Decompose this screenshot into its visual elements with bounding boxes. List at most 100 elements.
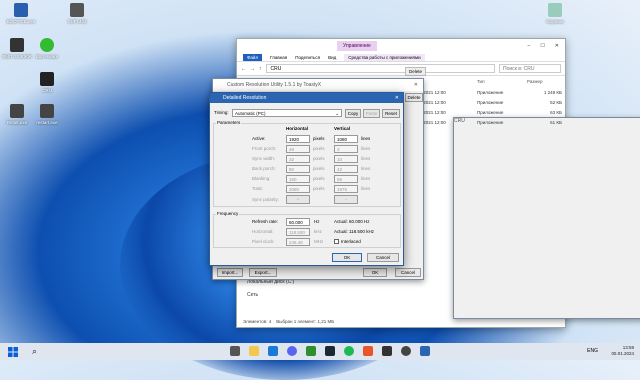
- blanking-v-input[interactable]: 55: [334, 175, 358, 183]
- tab-view[interactable]: Вид: [328, 55, 336, 60]
- desktop-icon-reset[interactable]: Reset.exe: [0, 104, 34, 125]
- frequency-label: Frequency: [216, 211, 240, 216]
- delete-button[interactable]: Delete: [405, 93, 423, 102]
- timing-label: Timing:: [214, 110, 229, 115]
- app-icon: [14, 3, 28, 17]
- app-icon: [40, 104, 54, 118]
- export-button[interactable]: Export...: [249, 268, 277, 277]
- column-type[interactable]: Тип: [477, 79, 527, 84]
- horizontal-freq-input[interactable]: 118.500: [286, 228, 310, 236]
- ok-button[interactable]: OK: [363, 268, 387, 277]
- dialog-titlebar: Detailed Resolution ✕: [210, 93, 403, 103]
- taskbar-apps: [230, 346, 430, 356]
- app-icon: [10, 104, 24, 118]
- maximize-icon[interactable]: ☐: [540, 43, 544, 49]
- chrome-icon[interactable]: [306, 346, 316, 356]
- desktop-icon-restart[interactable]: restart.exe: [30, 104, 64, 125]
- blanking-h-input[interactable]: 160: [286, 175, 310, 183]
- front-porch-h-input[interactable]: 48: [286, 145, 310, 153]
- refresh-actual: Actual: 60.000 Hz: [334, 219, 370, 224]
- column-size[interactable]: Размер: [527, 79, 542, 84]
- task-view-icon[interactable]: [230, 346, 240, 356]
- front-porch-v-input[interactable]: 3: [334, 145, 358, 153]
- active-h-input[interactable]: 1920: [286, 135, 310, 143]
- desktop-icon-bootice[interactable]: BOOTICE.exe: [4, 3, 38, 24]
- column-headers: Тип Размер: [417, 79, 562, 84]
- sync-width-h-input[interactable]: 32: [286, 155, 310, 163]
- tab-share[interactable]: Поделиться: [295, 55, 320, 60]
- interlaced-checkbox[interactable]: [334, 239, 339, 244]
- window-title: CRU: [453, 117, 640, 319]
- forward-icon[interactable]: →: [250, 66, 255, 72]
- desktop-icon-yml[interactable]: ЯМЛ 0.5ЖЖЖ: [0, 38, 34, 59]
- h-polarity-select[interactable]: +: [286, 195, 310, 204]
- import-button[interactable]: Import...: [217, 268, 243, 277]
- desktop-icon-burnaware[interactable]: BurnAware: [30, 38, 64, 59]
- steam-icon[interactable]: [325, 346, 335, 356]
- taskbar: ⌕ ENG 13:59 05.01.2024: [0, 343, 640, 360]
- window-title: Custom Resolution Utility 1.5.1 by Toast…: [227, 82, 322, 88]
- ribbon-tabs: Файл Главная Поделиться Вид Средства раб…: [237, 53, 565, 62]
- chevron-down-icon: ⌄: [335, 111, 339, 116]
- address-bar[interactable]: CRU: [265, 64, 495, 73]
- v-polarity-select[interactable]: −: [334, 195, 358, 204]
- dialog-title: Detailed Resolution: [223, 95, 267, 101]
- file-row[interactable]: 01.2021 12:00 Приложение 61 КБ: [417, 120, 562, 125]
- refresh-rate-input[interactable]: 60.000: [286, 218, 310, 226]
- nav-network[interactable]: Сеть: [247, 292, 258, 298]
- search-input[interactable]: Поиск в: CRU: [499, 64, 561, 73]
- pixel-clock-input[interactable]: 246.48: [286, 238, 310, 246]
- status-bar: Элементов: 4 Выбран 1 элемент: 1,21 МБ: [243, 319, 335, 324]
- desktop-icon-shf[interactable]: SHF1403: [60, 3, 94, 24]
- spotify-icon[interactable]: [344, 346, 354, 356]
- file-explorer-icon[interactable]: [249, 346, 259, 356]
- cancel-button[interactable]: Cancel: [395, 268, 421, 277]
- reset-button[interactable]: Reset: [382, 109, 400, 118]
- tab-app-tools[interactable]: Средства работы с приложениями: [344, 53, 425, 61]
- back-icon[interactable]: ←: [241, 66, 246, 72]
- app-icon[interactable]: [382, 346, 392, 356]
- close-icon[interactable]: ✕: [414, 82, 423, 88]
- total-h-input[interactable]: 2080: [286, 185, 310, 193]
- language-indicator[interactable]: ENG: [587, 348, 598, 354]
- minimize-icon[interactable]: –: [528, 43, 531, 49]
- ok-button[interactable]: OK: [332, 253, 362, 262]
- paste-button[interactable]: Paste: [363, 109, 380, 118]
- total-v-input[interactable]: 1975: [334, 185, 358, 193]
- sync-width-v-input[interactable]: 10: [334, 155, 358, 163]
- discord-icon[interactable]: [287, 346, 297, 356]
- copy-button[interactable]: Copy: [345, 109, 361, 118]
- close-icon[interactable]: ✕: [395, 95, 403, 101]
- back-porch-v-input[interactable]: 42: [334, 165, 358, 173]
- cru-taskbar-icon[interactable]: [420, 346, 430, 356]
- file-row[interactable]: 01.2021 12:00 Приложение 63 КБ: [417, 110, 562, 115]
- timing-select[interactable]: Automatic (PC) ⌄: [232, 109, 342, 117]
- horizontal-actual: Actual: 118.500 kHz: [334, 229, 374, 234]
- cru-titlebar: Custom Resolution Utility 1.5.1 by Toast…: [213, 79, 423, 91]
- refresh-rate-label: Refresh rate:: [252, 219, 279, 224]
- active-v-input[interactable]: 1080: [334, 135, 358, 143]
- cancel-button[interactable]: Cancel: [367, 253, 399, 262]
- close-icon[interactable]: ✕: [555, 43, 559, 49]
- desktop-icon-cru[interactable]: CRU: [30, 72, 64, 93]
- interlaced-label: Interlaced: [341, 239, 361, 244]
- windows-start-icon[interactable]: [8, 346, 18, 357]
- file-row[interactable]: 01.2021 12:00 Приложение 1 249 КБ: [417, 90, 562, 95]
- tab-file[interactable]: Файл: [243, 53, 263, 61]
- up-icon[interactable]: ↑: [259, 66, 262, 72]
- parameters-label: Parameters: [216, 120, 242, 125]
- explorer-titlebar: Управление CRU – ☐ ✕: [237, 39, 640, 319]
- tab-home[interactable]: Главная: [270, 55, 287, 60]
- clock[interactable]: 13:59 05.01.2024: [611, 345, 634, 357]
- edge-icon[interactable]: [268, 346, 278, 356]
- delete-button[interactable]: Delete: [405, 67, 427, 76]
- desktop-icon-recycle-bin[interactable]: Корзина: [538, 3, 572, 24]
- search-icon[interactable]: ⌕: [32, 346, 37, 357]
- ribbon-context-tab[interactable]: Управление: [337, 41, 377, 51]
- horizontal-heading: Horizontal: [286, 126, 308, 131]
- app-icon[interactable]: [363, 346, 373, 356]
- app-icon[interactable]: [401, 346, 411, 356]
- monitor-icon: [40, 72, 54, 86]
- file-row[interactable]: 01.2021 12:00 Приложение 52 КБ: [417, 100, 562, 105]
- back-porch-h-input[interactable]: 80: [286, 165, 310, 173]
